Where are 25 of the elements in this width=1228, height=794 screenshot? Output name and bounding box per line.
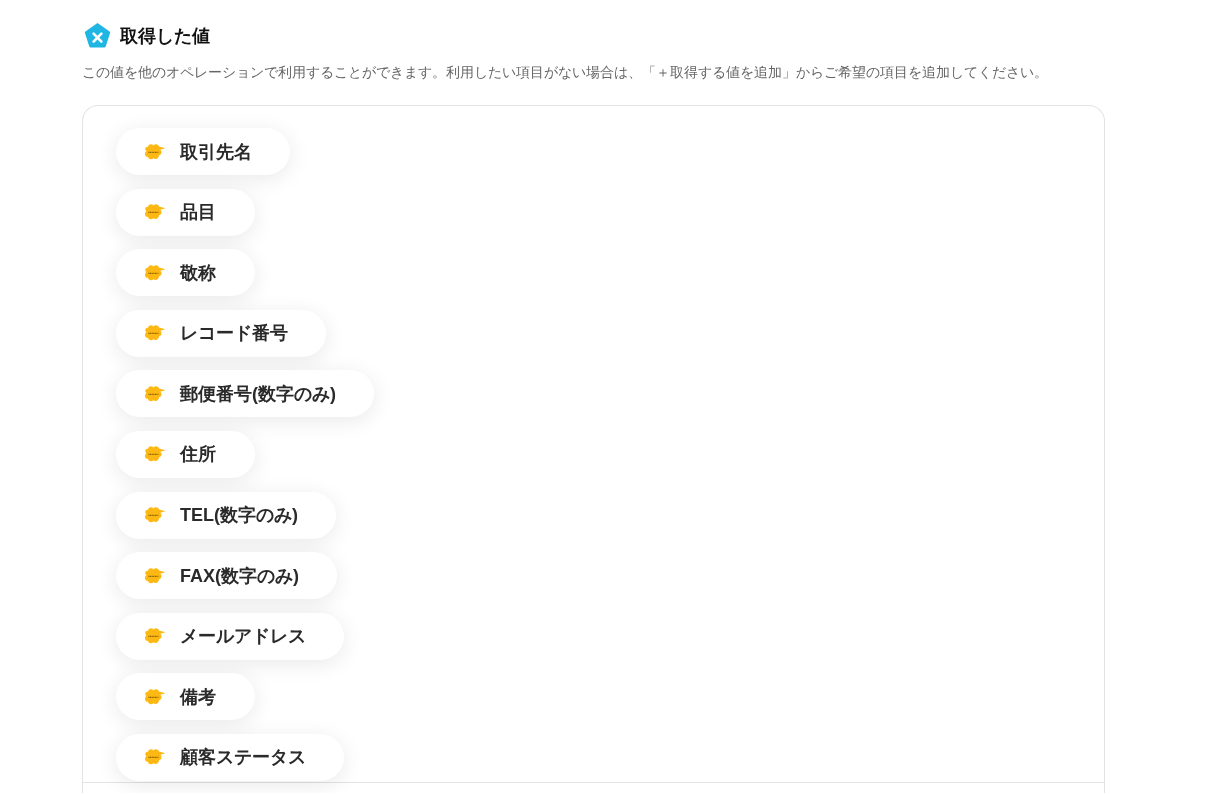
value-chip[interactable]: 顧客ステータス [116,733,344,781]
cloud-icon [143,445,166,464]
value-chip[interactable]: TEL(数字のみ) [116,491,336,539]
value-chip[interactable]: 敬称 [116,249,255,297]
pentagon-logo-icon [84,22,111,49]
cloud-icon [143,748,166,767]
value-chip[interactable]: レコード番号 [116,309,326,357]
cloud-icon [143,384,166,403]
value-chip[interactable]: 品目 [116,188,255,236]
value-chip[interactable]: 取引先名 [116,128,290,175]
value-chip[interactable]: 郵便番号(数字のみ) [116,370,374,418]
cloud-icon [143,506,166,525]
cloud-icon [143,263,166,282]
value-chip[interactable]: 住所 [116,430,255,478]
cloud-icon [143,687,166,706]
cloud-icon [143,324,166,343]
cloud-icon [143,203,166,222]
cloud-icon [143,627,166,646]
cloud-icon [143,142,166,161]
section-description: この値を他のオペレーションで利用することができます。利用したい項目がない場合は、「＋取得する値を追加」からご希望の項目を追加してください。 [82,63,1049,82]
value-chip[interactable]: メールアドレス [116,612,344,660]
cloud-icon [143,566,166,585]
value-chip[interactable]: FAX(数字のみ) [116,552,337,600]
value-chip[interactable]: 備考 [116,673,255,721]
section-title: 取得した値 [120,24,210,48]
